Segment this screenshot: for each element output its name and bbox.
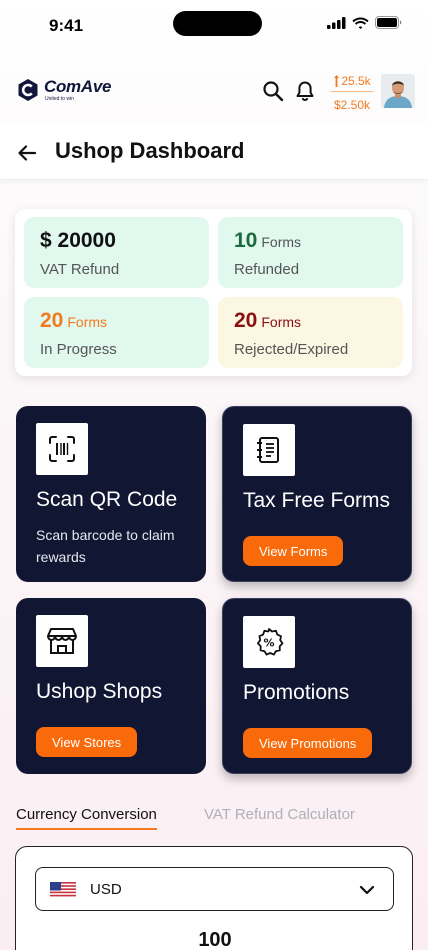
stat-label: Rejected/Expired [234,341,349,358]
stat-refunded[interactable]: 10 Forms Refunded [218,217,403,288]
currency-dropdown[interactable]: USD [35,867,394,911]
app-header: ComAve United to win 25.5k $2.50k [0,64,428,118]
stat-vat-refund[interactable]: $ 20000 VAT Refund [24,217,209,288]
tax-free-forms-card[interactable]: Tax Free Forms View Forms [222,406,412,582]
notebook-icon [257,437,279,463]
stat-in-progress[interactable]: 20 Forms In Progress [24,297,209,368]
ushop-shops-card[interactable]: Ushop Shops View Stores [16,598,206,774]
status-time: 9:41 [49,16,84,35]
scan-qr-card[interactable]: Scan QR Code Scan barcode to claim rewar… [16,406,206,582]
bell-icon[interactable] [294,80,316,102]
store-icon [47,628,77,654]
page-title: Ushop Dashboard [55,138,245,163]
search-icon[interactable] [262,80,284,102]
card-icon-box: % [243,616,295,668]
stat-label: Refunded [234,261,300,278]
wallet-balance[interactable]: 25.5k $2.50k [331,72,373,113]
stat-value: 20 [40,309,64,332]
us-flag-icon [50,882,76,898]
qr-scan-icon [49,436,75,462]
conversion-amount[interactable]: 100 [16,929,414,950]
coin-icon [334,74,340,87]
card-description: Scan barcode to claim rewards [36,527,175,565]
stat-unit: Forms [261,234,302,250]
wallet-divider [331,91,373,92]
card-title: Ushop Shops [36,680,163,703]
stat-value: 10 [234,229,258,252]
logo-mark-icon [18,79,38,101]
brand-name: ComAve [44,77,112,96]
brand-tagline: United to win [45,96,74,102]
currency-code: USD [90,881,122,898]
wallet-points: 25.5k [341,73,371,88]
percent-badge-icon: % [257,628,284,656]
wallet-money: $2.50k [333,97,371,112]
svg-text:%: % [263,637,274,650]
card-title: Scan QR Code [36,488,178,511]
stat-unit: Forms [67,314,108,330]
chevron-down-icon [359,885,375,895]
card-title: Tax Free Forms [243,489,391,512]
tab-vat-refund-calculator[interactable]: VAT Refund Calculator [204,806,355,828]
promotions-card[interactable]: % Promotions View Promotions [222,598,412,774]
user-photo-icon [381,74,415,108]
conversion-tabs: Currency Conversion VAT Refund Calculato… [16,806,412,832]
stat-unit: Forms [261,314,302,330]
card-title: Promotions [243,681,350,704]
view-forms-button[interactable]: View Forms [243,536,344,566]
wifi-icon [352,17,369,29]
page-title-bar: Ushop Dashboard [0,124,428,180]
stat-value: $ 20000 [40,229,116,252]
status-bar: 9:41 [0,0,428,50]
currency-conversion-card: USD 100 [15,846,413,950]
status-icons [327,16,402,29]
view-promotions-button[interactable]: View Promotions [243,728,373,758]
back-arrow-icon[interactable] [16,142,38,164]
avatar[interactable] [381,74,415,108]
card-icon-box [36,615,88,667]
brand-logo[interactable]: ComAve United to win [16,78,111,102]
stat-value: 20 [234,309,258,332]
dynamic-island [173,11,262,36]
stat-label: In Progress [40,341,117,358]
card-icon-box [36,423,88,475]
stat-label: VAT Refund [40,261,120,278]
tab-currency-conversion[interactable]: Currency Conversion [16,806,157,830]
battery-icon [375,16,402,29]
card-icon-box [243,424,295,476]
stat-rejected-expired[interactable]: 20 Forms Rejected/Expired [218,297,403,368]
view-stores-button[interactable]: View Stores [36,727,138,757]
cellular-signal-icon [327,16,346,29]
stats-summary-card: $ 20000 VAT Refund 10 Forms Refunded 20 … [15,209,412,376]
